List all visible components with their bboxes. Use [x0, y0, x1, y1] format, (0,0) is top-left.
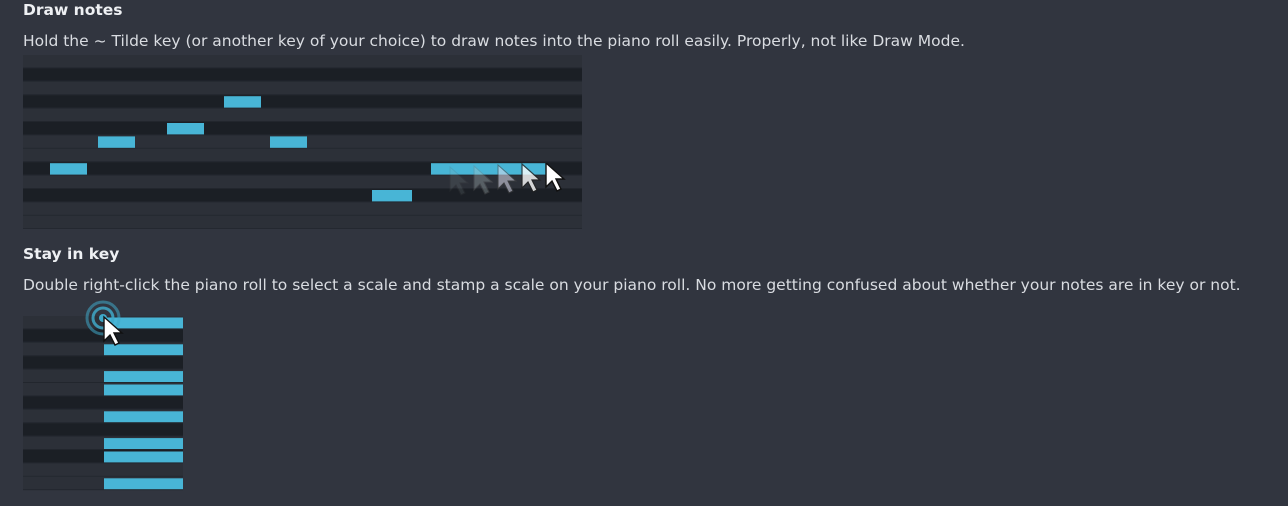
note-block [270, 136, 307, 148]
piano-roll-row [23, 215, 582, 229]
note-block [224, 96, 261, 108]
piano-roll-row [23, 356, 183, 369]
row-separator [23, 80, 582, 82]
row-separator [23, 355, 183, 357]
double-click-indicator [85, 300, 124, 346]
piano-roll-row [23, 108, 582, 121]
piano-roll-row [23, 95, 582, 108]
piano-roll-row [23, 122, 582, 135]
note-block [372, 190, 412, 202]
stay-in-key-description: Double right-click the piano roll to sel… [23, 276, 1241, 294]
cursor-trail [449, 163, 566, 196]
note-block [50, 163, 87, 175]
scale-note-block [104, 438, 183, 449]
row-separator [23, 449, 183, 450]
mouse-pointer-icon [521, 163, 542, 193]
mouse-pointer-icon [473, 164, 494, 195]
piano-roll-row [23, 463, 183, 476]
row-separator [23, 408, 183, 410]
stay-in-key-heading: Stay in key [23, 245, 120, 263]
row-separator [23, 382, 183, 383]
mouse-pointer-icon [449, 165, 470, 196]
row-separator [23, 228, 582, 229]
row-separator [23, 475, 183, 477]
row-separator [23, 422, 183, 424]
row-separator [23, 368, 183, 370]
row-separator [23, 462, 183, 464]
row-separator [23, 134, 582, 136]
piano-roll-row [23, 396, 183, 409]
row-separator [23, 435, 183, 437]
piano-roll-row [23, 55, 582, 68]
row-separator [23, 147, 582, 149]
scale-note-block [104, 478, 183, 490]
scale-note-block [104, 371, 183, 382]
row-separator [23, 214, 582, 216]
row-separator [23, 67, 582, 69]
scale-note-block [104, 411, 183, 423]
draw-notes-description: Hold the ~ Tilde key (or another key of … [23, 32, 965, 50]
piano-roll-row [23, 81, 582, 95]
draw-notes-heading: Draw notes [23, 1, 123, 19]
row-separator [23, 94, 582, 96]
piano-roll-row [23, 423, 183, 436]
mouse-pointer-icon [545, 163, 566, 192]
piano-roll-row [23, 202, 582, 215]
row-separator [23, 489, 183, 491]
mouse-pointer-icon [497, 163, 518, 194]
scale-note-block [104, 451, 183, 463]
piano-roll-row [23, 148, 582, 162]
row-separator [23, 121, 582, 122]
row-separator [23, 107, 582, 109]
note-block [167, 123, 204, 135]
note-block [98, 136, 135, 148]
piano-roll-row [23, 68, 582, 81]
row-separator [23, 395, 183, 397]
scale-note-block [104, 384, 183, 396]
